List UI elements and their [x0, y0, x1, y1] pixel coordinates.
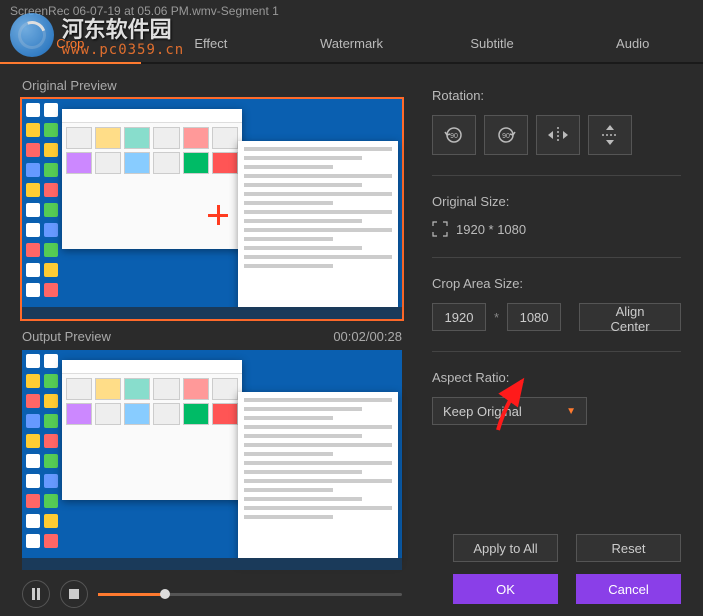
aspect-ratio-label: Aspect Ratio:: [432, 370, 681, 385]
playback-controls: [22, 580, 402, 608]
original-preview[interactable]: [22, 99, 402, 319]
stop-icon: [69, 589, 79, 599]
flip-horizontal-icon: [546, 125, 570, 145]
tab-audio[interactable]: Audio: [562, 24, 703, 62]
reset-button[interactable]: Reset: [576, 534, 681, 562]
flip-vertical-icon: [600, 123, 620, 147]
crop-area-label: Crop Area Size:: [432, 276, 681, 291]
crop-center-handle[interactable]: [208, 205, 228, 225]
crop-height-input[interactable]: [507, 303, 561, 331]
align-center-button[interactable]: Align Center: [579, 303, 681, 331]
tab-subtitle[interactable]: Subtitle: [422, 24, 563, 62]
stop-button[interactable]: [60, 580, 88, 608]
rotate-ccw-button[interactable]: 90: [432, 115, 476, 155]
tab-watermark[interactable]: Watermark: [281, 24, 422, 62]
aspect-ratio-select[interactable]: Keep Original ▼: [432, 397, 587, 425]
flip-horizontal-button[interactable]: [536, 115, 580, 155]
window-title: ScreenRec 06-07-19 at 05.06 PM.wmv-Segme…: [0, 0, 703, 24]
expand-icon: [432, 221, 448, 237]
playback-slider[interactable]: [98, 593, 402, 596]
output-preview-label: Output Preview: [22, 329, 111, 344]
original-preview-label: Original Preview: [22, 78, 402, 93]
rotate-cw-icon: 90: [494, 123, 518, 147]
pause-button[interactable]: [22, 580, 50, 608]
timecode: 00:02/00:28: [333, 329, 402, 344]
aspect-ratio-value: Keep Original: [443, 404, 522, 419]
svg-text:90: 90: [450, 133, 458, 140]
times-symbol: *: [494, 310, 499, 325]
svg-text:90: 90: [502, 133, 510, 140]
rotation-label: Rotation:: [432, 88, 681, 103]
tab-effect[interactable]: Effect: [141, 24, 282, 62]
apply-to-all-button[interactable]: Apply to All: [453, 534, 558, 562]
rotate-ccw-icon: 90: [442, 123, 466, 147]
flip-vertical-button[interactable]: [588, 115, 632, 155]
pause-icon: [31, 588, 41, 600]
rotate-cw-button[interactable]: 90: [484, 115, 528, 155]
output-preview: [22, 350, 402, 570]
chevron-down-icon: ▼: [566, 406, 576, 417]
original-size-label: Original Size:: [432, 194, 681, 209]
tab-crop[interactable]: Crop: [0, 24, 141, 62]
original-size-value: 1920 * 1080: [456, 222, 526, 237]
ok-button[interactable]: OK: [453, 574, 558, 604]
editor-tabs: Crop Effect Watermark Subtitle Audio: [0, 24, 703, 64]
crop-width-input[interactable]: [432, 303, 486, 331]
cancel-button[interactable]: Cancel: [576, 574, 681, 604]
